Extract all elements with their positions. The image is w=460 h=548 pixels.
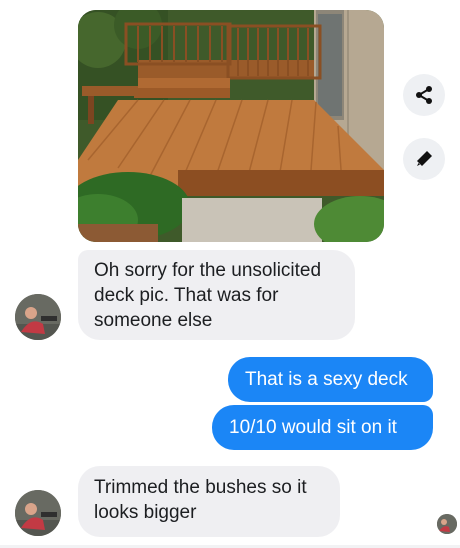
share-icon <box>416 86 432 104</box>
incoming-message[interactable]: Trimmed the bushes so it looks bigger <box>78 466 340 537</box>
contact-avatar[interactable] <box>15 490 61 536</box>
incoming-message[interactable]: Oh sorry for the unsolicited deck pic. T… <box>78 250 355 340</box>
edit-button[interactable] <box>403 138 445 180</box>
contact-avatar[interactable] <box>15 294 61 340</box>
message-line: Oh sorry for the unsolicited <box>94 260 322 281</box>
message-text: That is a sexy deck <box>245 369 408 390</box>
message-line: someone else <box>94 310 213 331</box>
share-button[interactable] <box>403 74 445 116</box>
message-text: 10/10 would sit on it <box>229 417 397 438</box>
message-line: deck pic. That was for <box>94 285 279 306</box>
outgoing-message[interactable]: 10/10 would sit on it <box>212 405 433 450</box>
message-line: looks bigger <box>94 502 197 523</box>
seen-avatar <box>437 514 457 534</box>
message-line: Trimmed the bushes so it <box>94 477 307 498</box>
pencil-icon <box>417 151 432 166</box>
deck-photo[interactable] <box>78 10 384 242</box>
outgoing-message[interactable]: That is a sexy deck <box>228 357 433 402</box>
